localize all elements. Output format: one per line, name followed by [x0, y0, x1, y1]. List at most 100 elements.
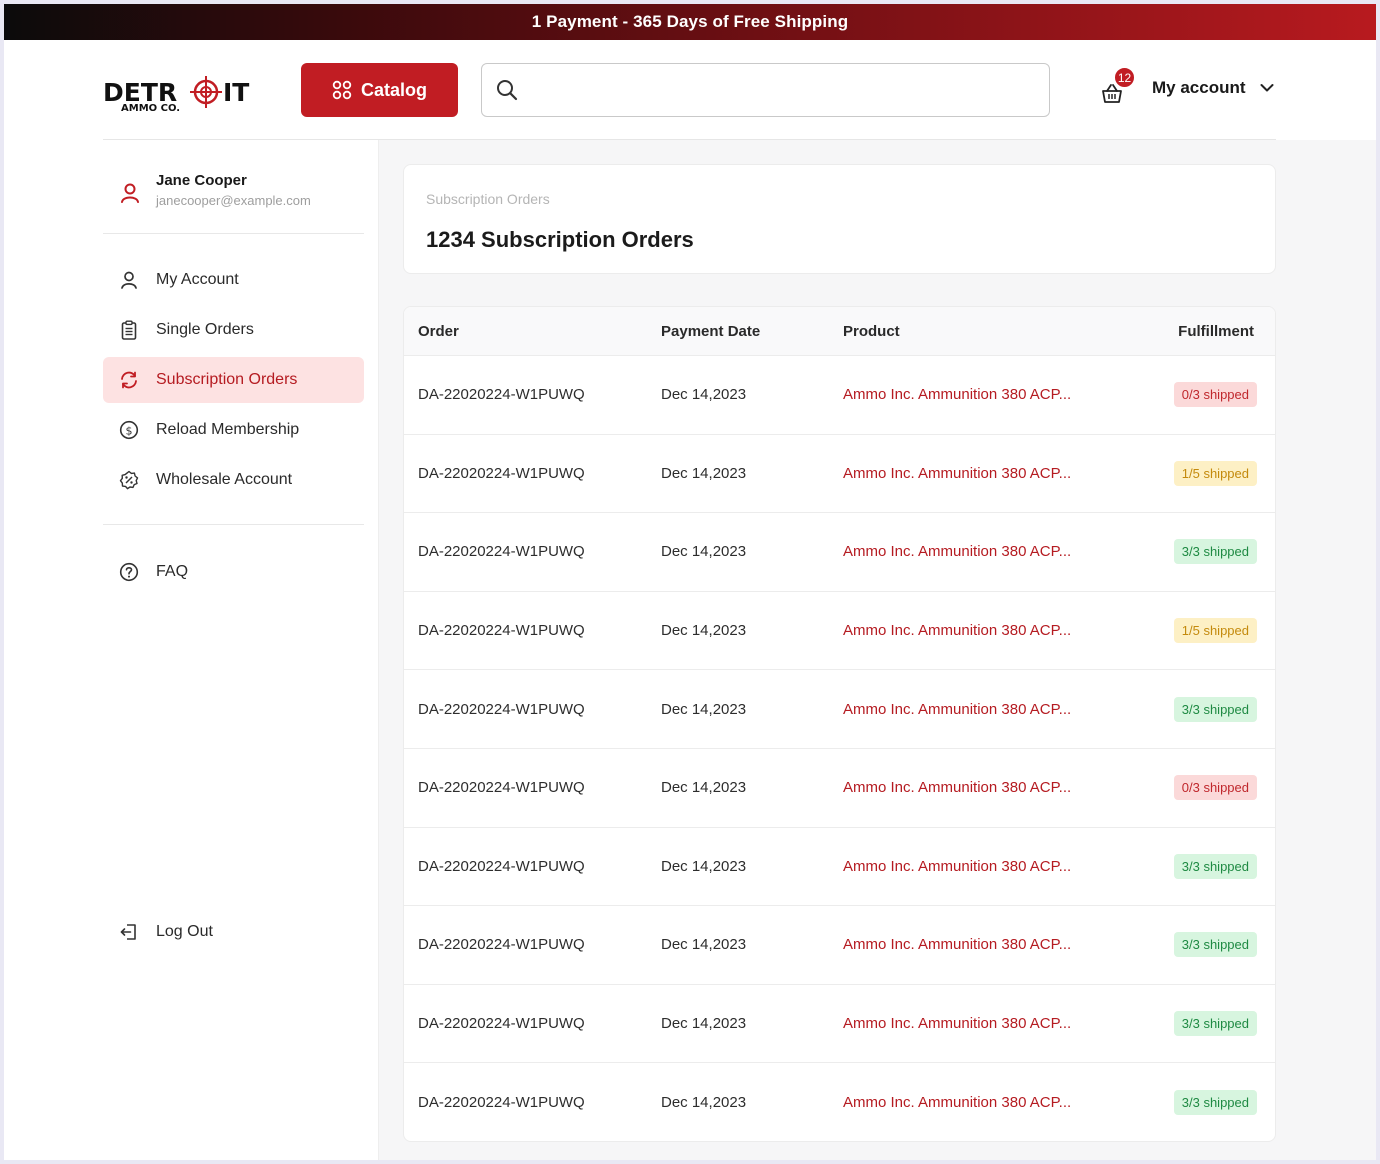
user-name: Jane Cooper: [156, 172, 247, 189]
svg-text:$: $: [126, 424, 133, 437]
table-row[interactable]: DA-22020224-W1PUWQ Dec 14,2023 Ammo Inc. A…: [404, 356, 1275, 435]
status-badge: 3/3 shipped: [1173, 932, 1257, 958]
table-row[interactable]: DA-22020224-W1PUWQ Dec 14,2023 Ammo Inc. A…: [404, 592, 1275, 671]
sidebar-item-my-account[interactable]: My Account: [103, 257, 364, 303]
site-header: DETR IT AMMO CO. Catalog 12 My account: [4, 40, 1376, 140]
product-link[interactable]: Ammo Inc. Ammunition 380 ACP...: [843, 1094, 1143, 1111]
sidebar-item-label: Reload Membership: [156, 421, 300, 438]
table-row[interactable]: DA-22020224-W1PUWQ Dec 14,2023 Ammo Inc. A…: [404, 828, 1275, 907]
user-icon: [119, 270, 139, 290]
order-id[interactable]: DA-22020224-W1PUWQ: [404, 1094, 661, 1111]
payment-date: Dec 14,2023: [661, 543, 747, 561]
table-row[interactable]: DA-22020224-W1PUWQ Dec 14,2023 Ammo Inc. A…: [404, 435, 1275, 514]
order-id[interactable]: DA-22020224-W1PUWQ: [404, 622, 661, 639]
order-id[interactable]: DA-22020224-W1PUWQ: [404, 543, 661, 560]
account-label: My account: [1152, 78, 1246, 97]
sidebar: Jane Cooper janecooper@example.com My Ac…: [4, 140, 379, 1160]
order-id[interactable]: DA-22020224-W1PUWQ: [404, 386, 661, 403]
payment-date: Dec 14,2023: [661, 857, 747, 875]
fulfillment-cell: 3/3 shipped: [1143, 853, 1275, 879]
table-header: Order Payment Date Product Fulfillment: [404, 307, 1275, 356]
sidebar-item-faq[interactable]: FAQ: [103, 549, 364, 595]
search-input[interactable]: [528, 64, 1049, 116]
promo-banner: 1 Payment - 365 Days of Free Shipping: [4, 4, 1376, 40]
clipboard-icon: [119, 320, 139, 340]
fulfillment-cell: 3/3 shipped: [1143, 932, 1275, 958]
payment-date: Dec 14,2023: [661, 779, 747, 797]
orders-table: Order Payment Date Product Fulfillment D…: [403, 306, 1276, 1142]
payment-date: Dec 14,2023: [661, 1094, 747, 1112]
user-profile: Jane Cooper janecooper@example.com: [120, 172, 311, 208]
table-row[interactable]: DA-22020224-W1PUWQ Dec 14,2023 Ammo Inc. A…: [404, 906, 1275, 985]
fulfillment-cell: 3/3 shipped: [1143, 1090, 1275, 1116]
search-icon[interactable]: [496, 79, 518, 101]
grid-icon: [332, 80, 352, 100]
product-link[interactable]: Ammo Inc. Ammunition 380 ACP...: [843, 543, 1143, 560]
fulfillment-cell: 0/3 shipped: [1143, 382, 1275, 408]
table-row[interactable]: DA-22020224-W1PUWQ Dec 14,2023 Ammo Inc. A…: [404, 513, 1275, 592]
order-id[interactable]: DA-22020224-W1PUWQ: [404, 1015, 661, 1032]
status-badge: 0/3 shipped: [1173, 775, 1257, 801]
sidebar-item-label: Subscription Orders: [156, 371, 298, 388]
logout-button[interactable]: Log Out: [103, 909, 364, 955]
table-body: DA-22020224-W1PUWQ Dec 14,2023 Ammo Inc. A…: [404, 356, 1275, 1141]
product-link[interactable]: Ammo Inc. Ammunition 380 ACP...: [843, 1015, 1143, 1032]
fulfillment-cell: 3/3 shipped: [1143, 1011, 1275, 1037]
order-id[interactable]: DA-22020224-W1PUWQ: [404, 465, 661, 482]
table-row[interactable]: DA-22020224-W1PUWQ Dec 14,2023 Ammo Inc. A…: [404, 749, 1275, 828]
catalog-button[interactable]: Catalog: [301, 63, 458, 117]
product-link[interactable]: Ammo Inc. Ammunition 380 ACP...: [843, 936, 1143, 953]
status-badge: 0/3 shipped: [1173, 382, 1257, 408]
dollar-icon: $: [119, 420, 139, 440]
fulfillment-cell: 1/5 shipped: [1143, 618, 1275, 644]
account-dropdown[interactable]: My account: [1152, 78, 1274, 98]
sidebar-divider: [103, 524, 364, 525]
badge-percent-icon: [119, 470, 139, 490]
status-badge: 1/5 shipped: [1173, 460, 1257, 486]
svg-text:AMMO CO.: AMMO CO.: [121, 103, 180, 114]
logout-icon: [119, 922, 139, 942]
fulfillment-cell: 3/3 shipped: [1143, 539, 1275, 565]
table-row[interactable]: DA-22020224-W1PUWQ Dec 14,2023 Ammo Inc. A…: [404, 1063, 1275, 1141]
chevron-down-icon: [1260, 84, 1274, 92]
cart-button[interactable]: 12: [1096, 67, 1136, 107]
page-title: 1234 Subscription Orders: [426, 227, 694, 252]
sidebar-item-reload-membership[interactable]: $ Reload Membership: [103, 407, 364, 453]
search-box: [481, 63, 1050, 117]
column-header-fulfillment: Fulfillment: [1178, 322, 1254, 340]
product-link[interactable]: Ammo Inc. Ammunition 380 ACP...: [843, 858, 1143, 875]
product-link[interactable]: Ammo Inc. Ammunition 380 ACP...: [843, 701, 1143, 718]
table-row[interactable]: DA-22020224-W1PUWQ Dec 14,2023 Ammo Inc. A…: [404, 670, 1275, 749]
order-id[interactable]: DA-22020224-W1PUWQ: [404, 936, 661, 953]
sidebar-item-single-orders[interactable]: Single Orders: [103, 307, 364, 353]
order-id[interactable]: DA-22020224-W1PUWQ: [404, 701, 661, 718]
status-badge: 3/3 shipped: [1173, 696, 1257, 722]
column-header-order: Order: [418, 322, 459, 340]
breadcrumb[interactable]: Subscription Orders: [426, 191, 550, 207]
question-circle-icon: [119, 562, 139, 582]
product-link[interactable]: Ammo Inc. Ammunition 380 ACP...: [843, 622, 1143, 639]
order-id[interactable]: DA-22020224-W1PUWQ: [404, 858, 661, 875]
refresh-icon: [119, 370, 139, 390]
brand-logo[interactable]: DETR IT AMMO CO.: [103, 76, 259, 116]
fulfillment-cell: 1/5 shipped: [1143, 460, 1275, 486]
payment-date: Dec 14,2023: [661, 1015, 747, 1033]
product-link[interactable]: Ammo Inc. Ammunition 380 ACP...: [843, 386, 1143, 403]
sidebar-item-wholesale-account[interactable]: Wholesale Account: [103, 457, 364, 503]
order-id[interactable]: DA-22020224-W1PUWQ: [404, 779, 661, 796]
status-badge: 3/3 shipped: [1173, 1090, 1257, 1116]
user-email: janecooper@example.com: [156, 193, 311, 208]
logout-label: Log Out: [156, 923, 213, 940]
product-link[interactable]: Ammo Inc. Ammunition 380 ACP...: [843, 465, 1143, 482]
status-badge: 1/5 shipped: [1173, 618, 1257, 644]
status-badge: 3/3 shipped: [1173, 853, 1257, 879]
sidebar-item-subscription-orders[interactable]: Subscription Orders: [103, 357, 364, 403]
payment-date: Dec 14,2023: [661, 622, 747, 640]
detroit-logo-icon: DETR IT AMMO CO.: [103, 76, 249, 114]
sidebar-item-label: Wholesale Account: [156, 471, 293, 488]
product-link[interactable]: Ammo Inc. Ammunition 380 ACP...: [843, 779, 1143, 796]
column-header-payment-date: Payment Date: [661, 322, 761, 340]
fulfillment-cell: 3/3 shipped: [1143, 696, 1275, 722]
table-row[interactable]: DA-22020224-W1PUWQ Dec 14,2023 Ammo Inc. A…: [404, 985, 1275, 1064]
payment-date: Dec 14,2023: [661, 464, 747, 482]
